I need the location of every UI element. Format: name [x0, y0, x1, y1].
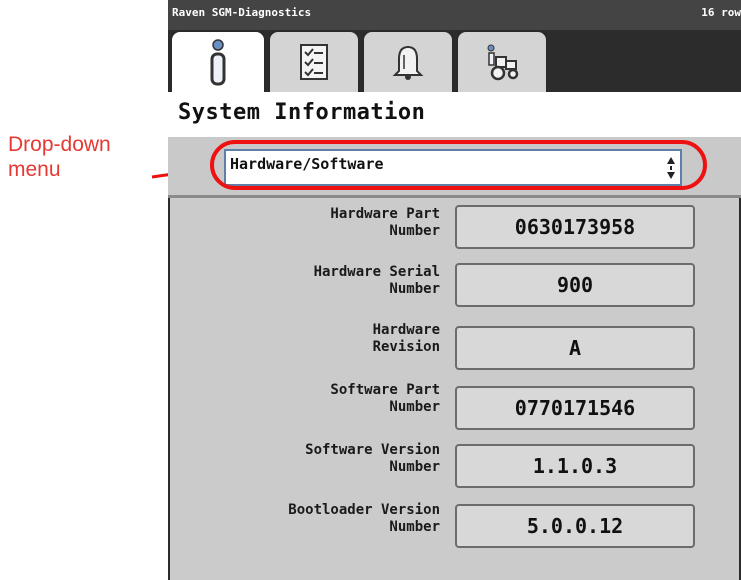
field-value: 0630173958: [455, 205, 695, 249]
field-value: 1.1.0.3: [455, 444, 695, 488]
field-value: 900: [455, 263, 695, 307]
info-panel: Hardware Part Number 0630173958 Hardware …: [170, 198, 739, 580]
field-label: Hardware Serial Number: [313, 264, 440, 297]
terminal-screen: Raven SGM-Diagnostics 16 row System Info…: [168, 0, 741, 580]
field-value: 0770171546: [455, 386, 695, 430]
app-title: Raven SGM-Diagnostics: [172, 6, 312, 19]
field-label: Software Version Number: [305, 442, 440, 475]
info-icon: [210, 39, 226, 86]
field-value: A: [455, 326, 695, 370]
field-label: Software Part Number: [330, 382, 440, 415]
field-value: 5.0.0.12: [455, 504, 695, 548]
page-header: System Information: [168, 92, 741, 137]
row-count: 16 row: [701, 6, 741, 19]
alarm-bell-icon: [392, 45, 424, 80]
field-label: Hardware Part Number: [330, 206, 440, 239]
tab-alarms[interactable]: [362, 30, 454, 92]
title-bar: Raven SGM-Diagnostics 16 row: [168, 0, 741, 30]
callout-highlight-ellipse: [210, 140, 707, 190]
tab-checklist[interactable]: [268, 30, 360, 92]
field-label: Hardware Revision: [372, 322, 440, 355]
field-label: Bootloader Version Number: [288, 502, 440, 535]
tractor-info-icon: [487, 44, 519, 81]
dropdown-callout-label: Drop-down menu: [8, 133, 111, 181]
page-title: System Information: [178, 100, 426, 125]
tab-machine[interactable]: [456, 30, 548, 92]
tab-system-information[interactable]: [170, 30, 266, 96]
checklist-icon: [300, 44, 328, 80]
